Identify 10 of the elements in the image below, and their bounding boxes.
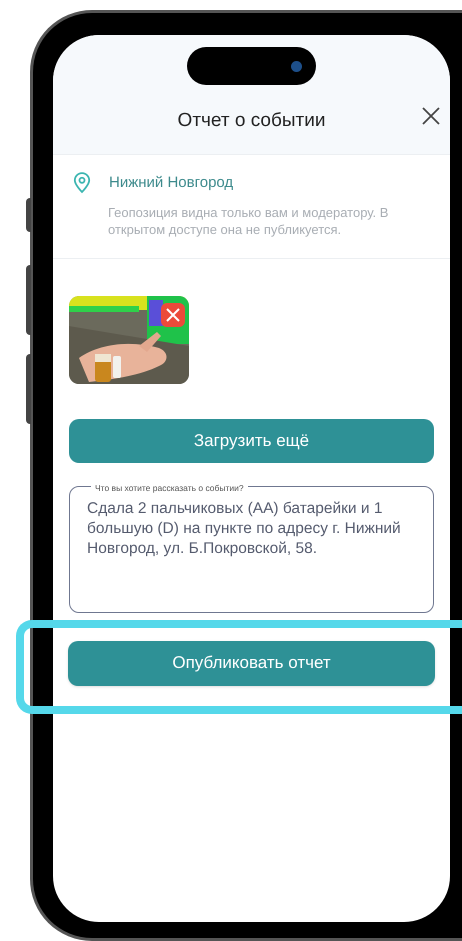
close-icon[interactable] [420, 105, 442, 127]
location-hint: Геопозиция видна только вам и модератору. В открытом доступе она не публикуется. [108, 204, 390, 238]
field-label: Что вы хотите рассказать о событии? [95, 482, 244, 492]
cross-icon [165, 306, 181, 322]
screen-title: Отчет о событии [178, 109, 326, 133]
remove-photo-button[interactable] [161, 302, 185, 326]
location-pin-icon [73, 172, 91, 194]
upload-more-button[interactable]: Загрузить ещё [69, 418, 434, 462]
location-name[interactable]: Нижний Новгород [109, 172, 234, 194]
publish-report-button[interactable]: Опубликовать отчет [68, 640, 435, 686]
